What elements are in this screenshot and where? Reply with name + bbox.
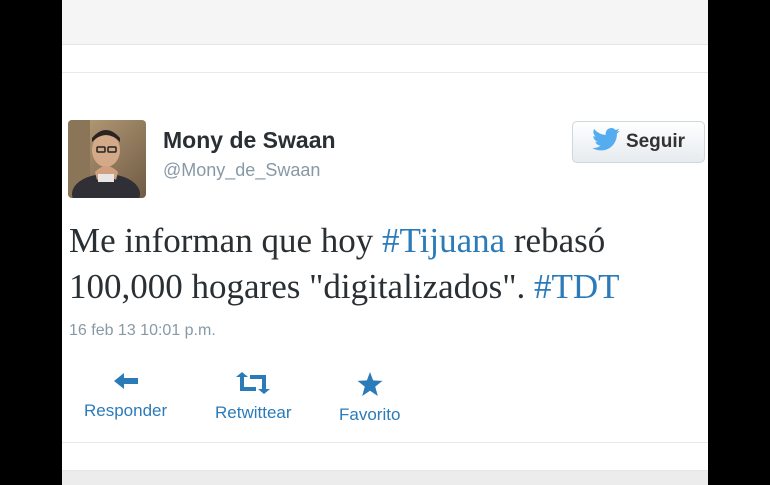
tweet-text-part: Me informan que hoy bbox=[69, 221, 382, 260]
retweet-icon bbox=[236, 372, 271, 399]
avatar[interactable] bbox=[68, 120, 146, 198]
divider bbox=[62, 72, 708, 73]
retweet-button[interactable]: Retwittear bbox=[215, 372, 292, 423]
reply-arrow-icon bbox=[112, 372, 140, 397]
follow-button-label: Seguir bbox=[625, 131, 686, 152]
follow-button[interactable]: Seguir bbox=[572, 121, 705, 163]
tweet-text-part: 100,000 hogares "digitalizados". bbox=[69, 267, 535, 306]
hashtag-link-tijuana[interactable]: #Tijuana bbox=[382, 221, 505, 260]
hashtag-link-tdt[interactable]: #TDT bbox=[534, 267, 620, 306]
user-handle[interactable]: @Mony_de_Swaan bbox=[163, 160, 320, 181]
tweet-timestamp[interactable]: 16 feb 13 10:01 p.m. bbox=[69, 322, 216, 340]
tweet-card: Mony de Swaan @Mony_de_Swaan Seguir Me i… bbox=[62, 0, 708, 485]
retweet-label: Retwittear bbox=[215, 403, 292, 422]
star-icon bbox=[357, 372, 383, 401]
favorite-label: Favorito bbox=[339, 405, 401, 424]
twitter-bird-icon bbox=[592, 128, 620, 156]
reply-label: Responder bbox=[84, 401, 168, 420]
user-name[interactable]: Mony de Swaan bbox=[163, 127, 336, 154]
top-bar bbox=[62, 0, 708, 45]
reply-button[interactable]: Responder bbox=[84, 372, 167, 421]
tweet-text-part: rebasó bbox=[505, 221, 606, 260]
bottom-bar bbox=[62, 470, 708, 485]
tweet-text: Me informan que hoy #Tijuana rebasó 100,… bbox=[69, 218, 699, 310]
favorite-button[interactable]: Favorito bbox=[339, 372, 400, 425]
divider bbox=[62, 442, 708, 443]
